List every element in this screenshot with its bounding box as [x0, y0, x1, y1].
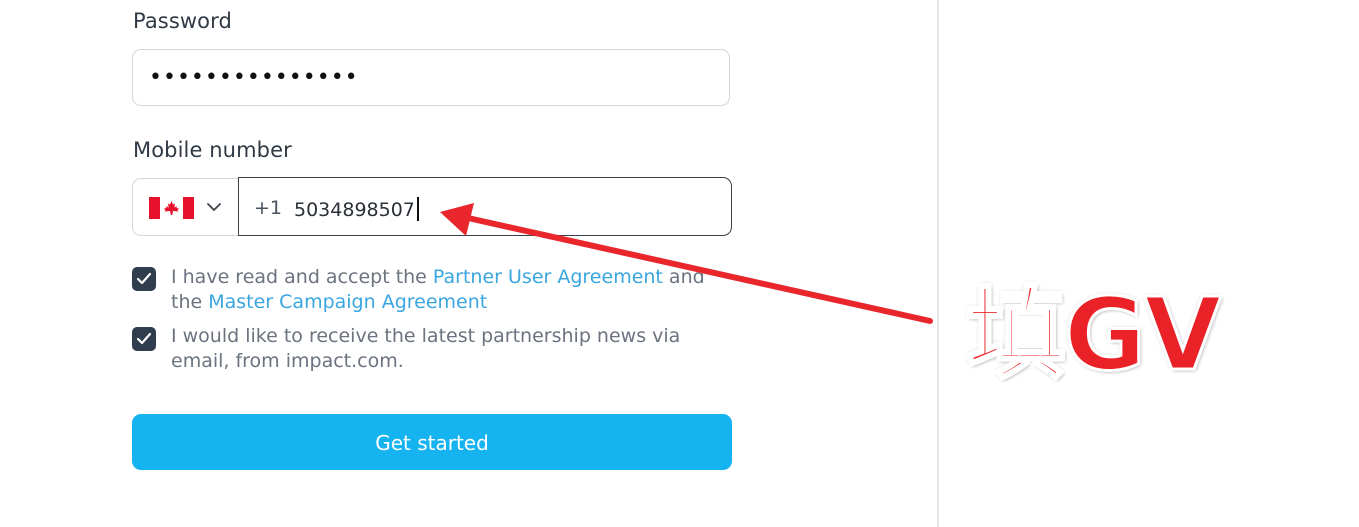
agreement-text: I have read and accept the Partner User …: [171, 265, 731, 315]
panel-divider: [937, 0, 939, 527]
partner-user-agreement-link[interactable]: Partner User Agreement: [433, 266, 663, 288]
phone-number-input[interactable]: +1 5034898507: [238, 177, 732, 236]
phone-number-value: 5034898507: [294, 197, 419, 221]
check-icon: [136, 272, 152, 285]
get-started-button[interactable]: Get started: [132, 414, 732, 470]
canada-flag-icon: [149, 197, 194, 219]
annotation-label: 填GV: [964, 276, 1222, 393]
newsletter-text: I would like to receive the latest partn…: [171, 325, 681, 372]
chevron-down-icon: [207, 203, 221, 211]
mobile-number-label: Mobile number: [133, 138, 292, 162]
country-code-select[interactable]: [132, 178, 240, 236]
text-cursor: [416, 197, 419, 221]
dial-code: +1: [254, 197, 283, 219]
password-label: Password: [133, 9, 232, 33]
password-value: •••••••••••••••: [149, 64, 359, 90]
phone-number-text: 5034898507: [294, 199, 415, 221]
agreement-checkbox[interactable]: [132, 267, 156, 291]
newsletter-checkbox[interactable]: [132, 327, 156, 351]
master-campaign-agreement-link[interactable]: Master Campaign Agreement: [208, 291, 487, 313]
check-icon: [136, 332, 152, 345]
password-input[interactable]: •••••••••••••••: [132, 49, 730, 106]
agreement-text-start: I have read and accept the: [171, 266, 433, 288]
